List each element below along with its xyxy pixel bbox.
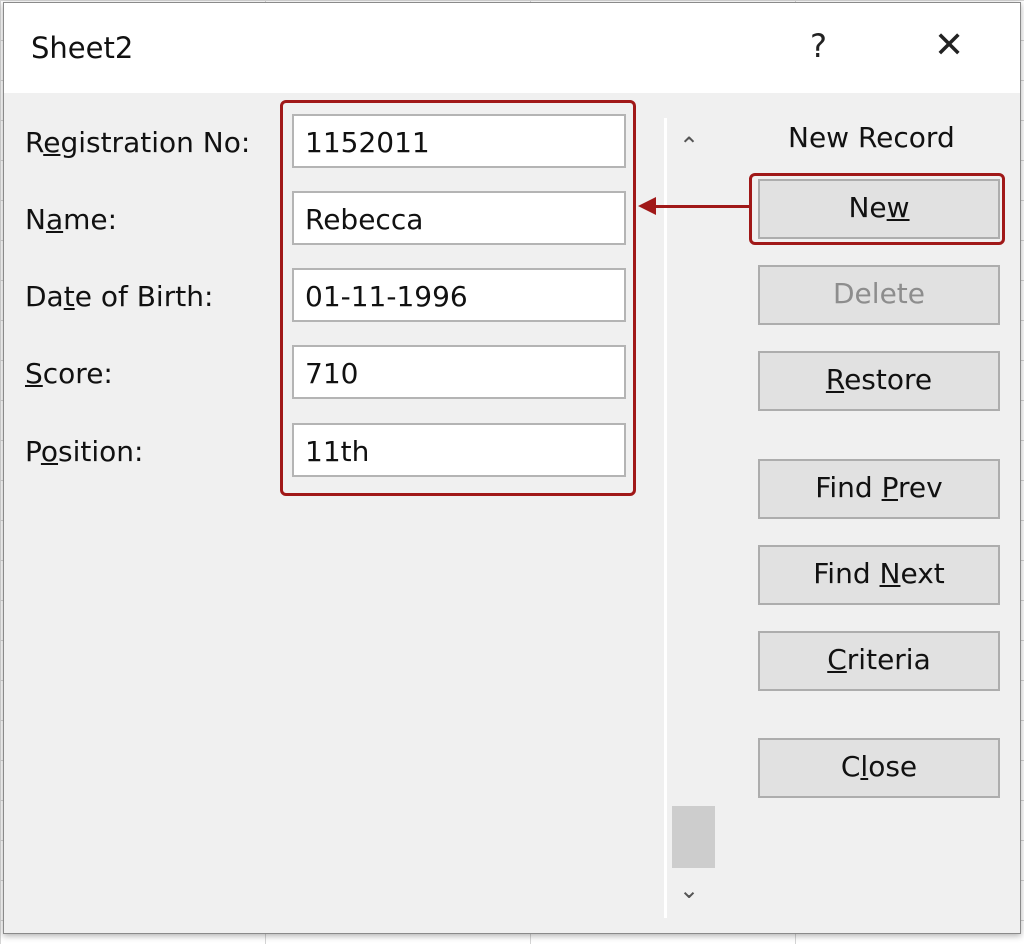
registration-no-label: Registration No: <box>25 126 250 159</box>
label-part: core: <box>43 357 113 390</box>
label-part: estore <box>844 363 932 396</box>
label-part: Delete <box>833 277 925 310</box>
label-part: e of Birth: <box>75 280 214 313</box>
label-part: S <box>25 357 43 390</box>
delete-button: Delete <box>758 265 1000 325</box>
label-part: P <box>882 471 898 504</box>
label-part: Da <box>25 280 64 313</box>
label-part: R <box>25 126 43 159</box>
label-part: Find <box>815 471 881 504</box>
close-button[interactable]: Close <box>758 738 1000 798</box>
dialog-title: Sheet2 <box>31 31 133 65</box>
date-of-birth-label: Date of Birth: <box>25 280 213 313</box>
scroll-up-icon[interactable]: ⌃ <box>679 132 699 160</box>
label-part: o <box>41 435 58 468</box>
label-part: riteria <box>847 643 931 676</box>
label-part: gistration No: <box>60 126 250 159</box>
close-icon[interactable]: ✕ <box>934 25 964 66</box>
position-label: Position: <box>25 435 143 468</box>
label-part: N <box>880 557 901 590</box>
name-label: Name: <box>25 203 117 236</box>
label-part: R <box>826 363 844 396</box>
restore-button[interactable]: Restore <box>758 351 1000 411</box>
help-button[interactable]: ? <box>810 27 827 65</box>
label-part: me: <box>63 203 117 236</box>
record-status: New Record <box>788 121 955 154</box>
label-part: sition: <box>58 435 143 468</box>
label-part: P <box>25 435 41 468</box>
label-part: N <box>25 203 46 236</box>
scroll-down-icon[interactable]: ⌄ <box>679 876 699 904</box>
label-part: C <box>827 643 847 676</box>
scroll-thumb[interactable] <box>672 806 715 868</box>
data-form-dialog: Sheet2 ? ✕ Registration No:1152011Name:R… <box>3 2 1021 934</box>
new-button-highlight <box>749 173 1005 245</box>
find-prev-button[interactable]: Find Prev <box>758 459 1000 519</box>
label-part: Find <box>813 557 879 590</box>
label-part: C <box>841 750 861 783</box>
label-part: e <box>43 126 60 159</box>
label-part: rev <box>898 471 943 504</box>
label-part: t <box>64 280 75 313</box>
find-next-button[interactable]: Find Next <box>758 545 1000 605</box>
criteria-button[interactable]: Criteria <box>758 631 1000 691</box>
label-part: ext <box>900 557 944 590</box>
label-part: ose <box>868 750 917 783</box>
arrow-line <box>654 205 750 208</box>
score-label: Score: <box>25 357 113 390</box>
fields-highlight-box <box>280 100 636 496</box>
title-bar: Sheet2 ? ✕ <box>4 3 1020 93</box>
arrow-head-icon <box>638 197 656 215</box>
record-scrollbar[interactable]: ⌃ ⌄ <box>664 118 715 918</box>
label-part: a <box>46 203 63 236</box>
